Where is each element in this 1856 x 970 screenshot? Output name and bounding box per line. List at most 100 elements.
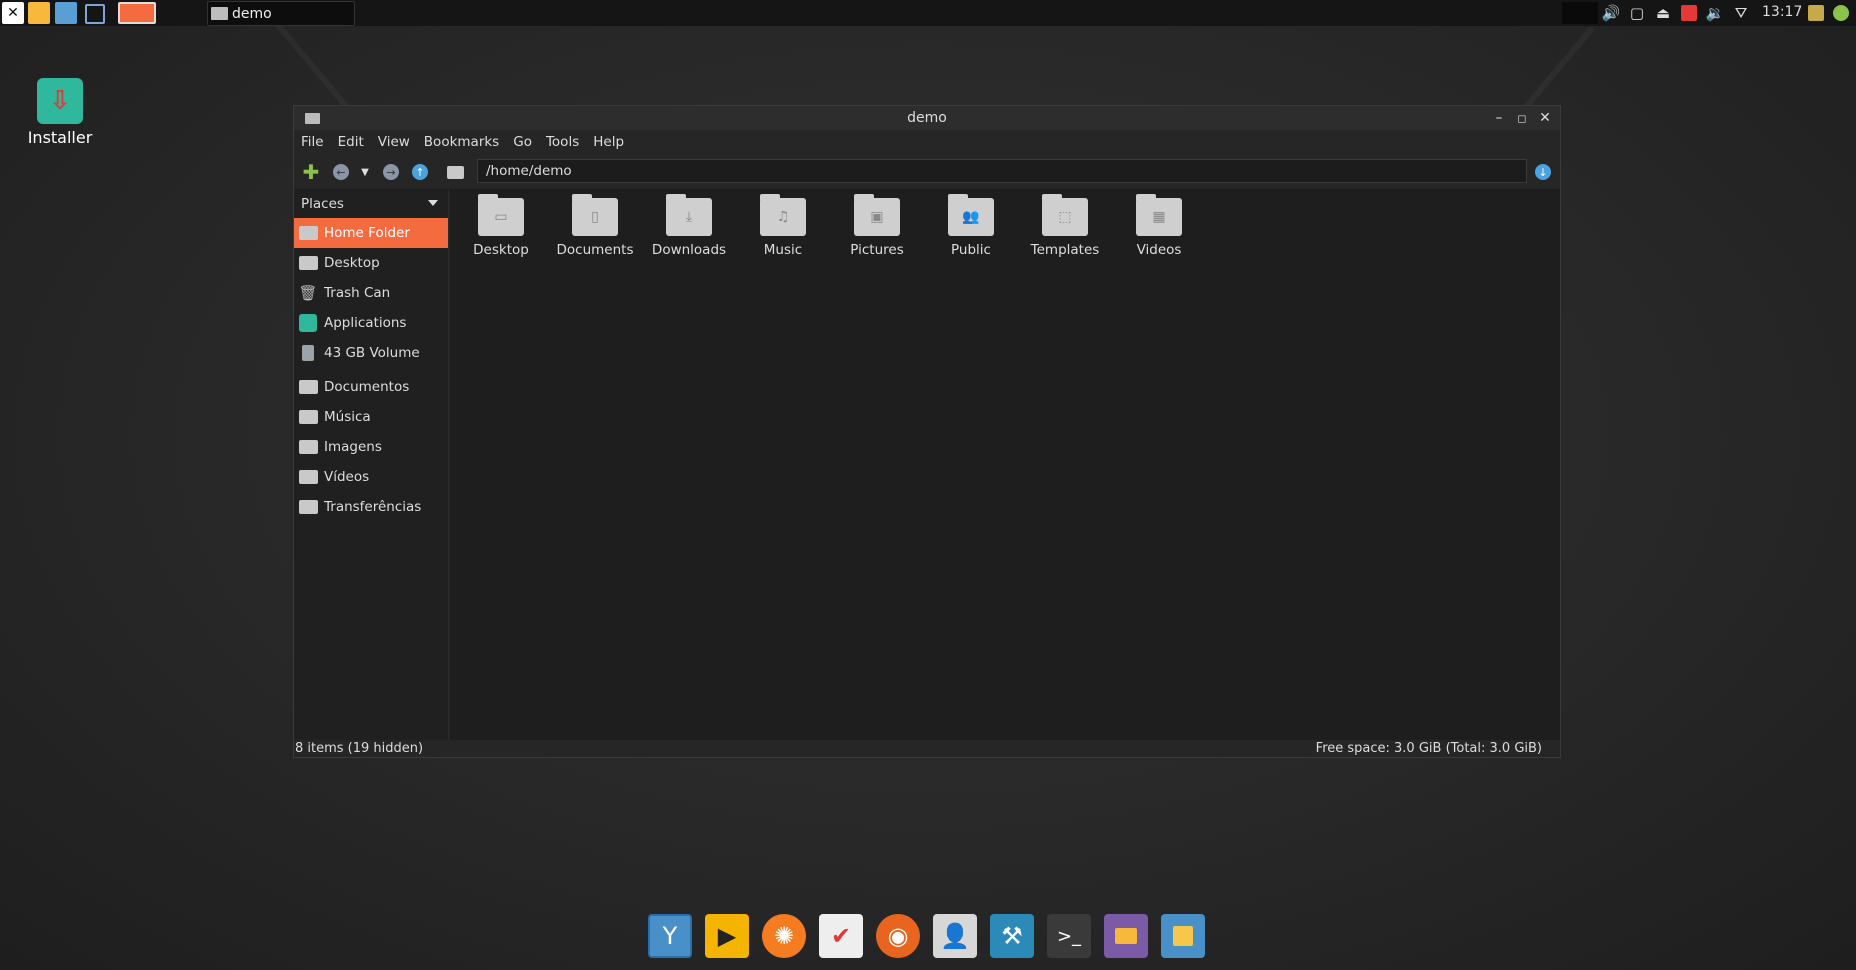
menu-file[interactable]: File — [301, 134, 324, 150]
sidebar-item-desktop[interactable]: Desktop — [294, 248, 448, 278]
file-item-public[interactable]: 👥 Public — [926, 194, 1016, 258]
close-button[interactable]: ✕ — [1536, 109, 1554, 127]
menu-view[interactable]: View — [378, 134, 410, 150]
applications-icon — [298, 314, 318, 332]
menu-edit[interactable]: Edit — [338, 134, 364, 150]
new-tab-button[interactable]: ✚ — [300, 160, 322, 184]
file-item-music[interactable]: ♫ Music — [738, 194, 828, 258]
menu-tools[interactable]: Tools — [546, 134, 579, 150]
folder-icon — [298, 379, 318, 395]
file-item-desktop[interactable]: ▭ Desktop — [456, 194, 546, 258]
screen-icon[interactable]: ▢ — [1626, 2, 1648, 24]
network-icon[interactable]: ⛛ — [1730, 2, 1752, 24]
archive-app-icon[interactable] — [1161, 914, 1205, 958]
sidebar-item-documentos[interactable]: Documentos — [294, 372, 448, 402]
home-folder-icon[interactable] — [444, 161, 466, 183]
minimize-button[interactable]: – — [1490, 109, 1508, 127]
folder-icon — [298, 409, 318, 425]
go-button[interactable]: ↓ — [1532, 161, 1554, 183]
power-icon[interactable] — [1830, 2, 1852, 24]
sidebar-item-label: Vídeos — [324, 469, 370, 485]
file-item-label: Music — [763, 242, 803, 258]
go-arrow-icon: ↓ — [1535, 164, 1551, 180]
address-bar[interactable]: /home/demo — [477, 159, 1527, 183]
orange-app-icon[interactable]: ✺ — [762, 914, 806, 958]
forward-button[interactable]: → — [380, 161, 402, 183]
menu-help[interactable]: Help — [593, 134, 624, 150]
public-folder-icon: 👥 — [948, 194, 994, 236]
sidebar-item-home-folder[interactable]: Home Folder — [294, 218, 448, 248]
sidebar-item-label: Imagens — [324, 439, 382, 455]
desktop-folder-icon: ▭ — [478, 194, 524, 236]
sidebar-item-applications[interactable]: Applications — [294, 308, 448, 338]
file-item-label: Downloads — [651, 242, 727, 258]
file-item-templates[interactable]: ⬚ Templates — [1020, 194, 1110, 258]
x-menu-icon[interactable]: ✕ — [2, 2, 24, 24]
window-titlebar[interactable]: demo – ◻ ✕ — [294, 106, 1560, 130]
downloads-folder-icon: ⤓ — [666, 194, 712, 236]
sidebar-item-label: Home Folder — [324, 225, 410, 241]
firefox-icon[interactable]: ◉ — [876, 914, 920, 958]
taskbar-window-demo[interactable]: demo — [207, 1, 355, 26]
menu-go[interactable]: Go — [513, 134, 532, 150]
workspace-pager[interactable] — [118, 2, 156, 24]
sidebar-item-label: Trash Can — [324, 285, 391, 301]
history-dropdown-button[interactable]: ▼ — [354, 161, 376, 183]
installer-icon: ⇩ — [37, 78, 83, 124]
home-folder-icon — [298, 225, 318, 241]
back-arrow-icon: ← — [333, 164, 349, 180]
media-player-icon[interactable]: ▶ — [705, 914, 749, 958]
side-pane-selector[interactable]: Places — [294, 190, 448, 218]
sidebar-item-transferencias[interactable]: Transferências — [294, 492, 448, 522]
window-title: demo — [907, 110, 947, 126]
workspace-icon[interactable] — [85, 4, 105, 24]
sidebar-item-label: Transferências — [324, 499, 422, 515]
file-item-downloads[interactable]: ⤓ Downloads — [644, 194, 734, 258]
sidebar-item-label: 43 GB Volume — [324, 345, 420, 361]
recorder-icon[interactable] — [1678, 2, 1700, 24]
sidebar-item-videos[interactable]: Vídeos — [294, 462, 448, 492]
up-button[interactable]: ↑ — [409, 161, 431, 183]
updates-icon[interactable] — [1805, 2, 1827, 24]
desktop-folder-icon — [298, 255, 318, 271]
desktop-icon-installer[interactable]: ⇩ Installer — [22, 78, 98, 147]
up-arrow-icon: ↑ — [412, 164, 428, 180]
files-launcher-icon[interactable] — [28, 2, 50, 24]
users-app-icon[interactable]: 👤 — [933, 914, 977, 958]
music-folder-icon: ♫ — [760, 194, 806, 236]
settings-tools-icon[interactable]: ⚒ — [990, 914, 1034, 958]
folder-icon — [298, 469, 318, 485]
terminal-icon[interactable]: >_ — [1047, 914, 1091, 958]
volume-icon[interactable]: 🔊 — [1600, 2, 1622, 24]
file-item-videos[interactable]: ▦ Videos — [1114, 194, 1204, 258]
side-pane-title: Places — [301, 196, 344, 212]
forward-arrow-icon: → — [383, 164, 399, 180]
dock: Y ▶ ✺ ✔ ◉ 👤 ⚒ >_ — [648, 914, 1218, 960]
videos-folder-icon: ▦ — [1136, 194, 1182, 236]
folder-icon — [298, 439, 318, 455]
clock[interactable]: 13:17 — [1762, 4, 1802, 20]
eject-icon[interactable]: ⏏ — [1652, 2, 1674, 24]
maximize-button[interactable]: ◻ — [1513, 109, 1531, 127]
tasks-app-icon[interactable]: ✔ — [819, 914, 863, 958]
browser-launcher-icon[interactable] — [55, 2, 77, 24]
sidebar-item-trash-can[interactable]: 🗑 Trash Can — [294, 278, 448, 308]
pictures-folder-icon: ▣ — [854, 194, 900, 236]
cpu-monitor — [1562, 2, 1598, 24]
file-item-documents[interactable]: ▯ Documents — [550, 194, 640, 258]
cocktail-app-icon[interactable]: Y — [648, 914, 692, 958]
sidebar-item-musica[interactable]: Música — [294, 402, 448, 432]
back-button[interactable]: ← — [330, 161, 352, 183]
folder-icon — [298, 499, 318, 515]
file-manager-dock-icon[interactable] — [1104, 914, 1148, 958]
file-item-pictures[interactable]: ▣ Pictures — [832, 194, 922, 258]
trash-icon: 🗑 — [298, 284, 318, 302]
file-view[interactable]: ▭ Desktop ▯ Documents ⤓ Downloads ♫ Musi… — [450, 190, 1560, 742]
sidebar-item-volume[interactable]: 43 GB Volume — [294, 338, 448, 368]
chevron-down-icon — [428, 200, 438, 206]
menu-bookmarks[interactable]: Bookmarks — [424, 134, 499, 150]
status-bar: 8 items (19 hidden) Free space: 3.0 GiB … — [294, 740, 1560, 757]
speaker-icon[interactable]: 🔉 — [1704, 2, 1726, 24]
sidebar-item-imagens[interactable]: Imagens — [294, 432, 448, 462]
toolbar: ✚ ← ▼ → ↑ /home/demo ↓ — [294, 154, 1560, 190]
